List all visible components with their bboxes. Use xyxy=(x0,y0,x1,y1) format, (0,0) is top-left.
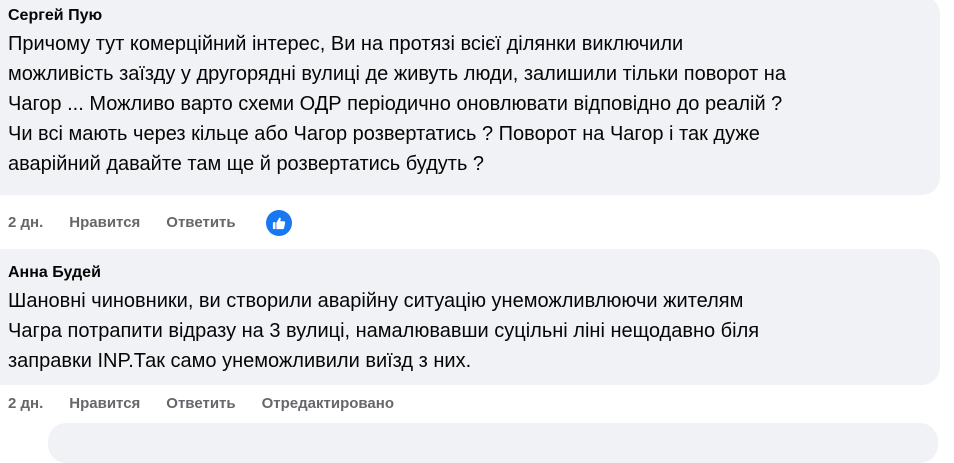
next-comment-bubble xyxy=(48,423,938,463)
comment-author[interactable]: Сергей Пую xyxy=(8,6,928,26)
thumbs-up-glyph xyxy=(272,217,285,230)
edited-label[interactable]: Отредактировано xyxy=(262,395,394,413)
comment-timestamp[interactable]: 2 дн. xyxy=(8,214,43,232)
like-button[interactable]: Нравится xyxy=(69,395,140,413)
comment-text-line: аварійний давайте там ще й розвертатись … xyxy=(8,153,485,175)
comment-bubble: Анна Будей Шановні чиновники, ви створил… xyxy=(0,249,940,385)
comment-actions: 2 дн. Нравится Ответить xyxy=(8,210,292,236)
comment-author[interactable]: Анна Будей xyxy=(8,263,928,283)
comment-text-line: Чи всі мають через кільце або Чагор розв… xyxy=(8,123,760,145)
like-thumb-icon[interactable] xyxy=(265,210,292,236)
comment-text-line: Чагор ... Можливо варто схеми ОДР період… xyxy=(8,93,783,115)
comment-text-line: можливість заїзду у другорядні вулиці де… xyxy=(8,63,786,85)
comment-text-line: заправки INP.Так само унеможливили виїзд… xyxy=(8,350,472,372)
comment-text-line: Шановні чиновники, ви створили аварійну … xyxy=(8,290,744,312)
comment-text-line: Чагра потрапити відразу на 3 вулиці, нам… xyxy=(8,320,760,342)
comment-actions: 2 дн. Нравится Ответить Отредактировано xyxy=(8,395,420,413)
comment-text-line: Причому тут комерційний інтерес, Ви на п… xyxy=(8,33,684,55)
comment-text: Причому тут комерційний інтерес, Ви на п… xyxy=(8,29,928,179)
reply-button[interactable]: Ответить xyxy=(166,395,235,413)
like-button[interactable]: Нравится xyxy=(69,214,140,232)
comment-text: Шановні чиновники, ви створили аварійну … xyxy=(8,286,928,376)
comment-timestamp[interactable]: 2 дн. xyxy=(8,395,43,413)
reply-button[interactable]: Ответить xyxy=(166,214,235,232)
comment-bubble: Сергей Пую Причому тут комерційний інтер… xyxy=(0,0,940,195)
